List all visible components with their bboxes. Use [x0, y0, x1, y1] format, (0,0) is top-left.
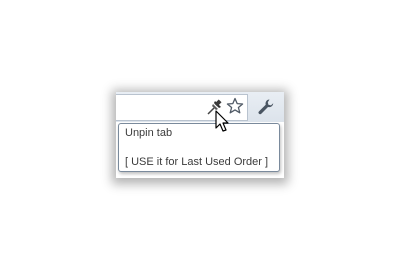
wrench-icon[interactable]	[257, 98, 275, 116]
unpin-tab-tooltip: Unpin tab [ USE it for Last Used Order ]	[118, 123, 280, 172]
tooltip-title: Unpin tab	[125, 127, 173, 139]
tooltip-hint: [ USE it for Last Used Order ]	[125, 156, 269, 168]
screenshot-stage: Unpin tab [ USE it for Last Used Order ]	[0, 0, 400, 275]
mouse-cursor-icon	[215, 110, 229, 132]
